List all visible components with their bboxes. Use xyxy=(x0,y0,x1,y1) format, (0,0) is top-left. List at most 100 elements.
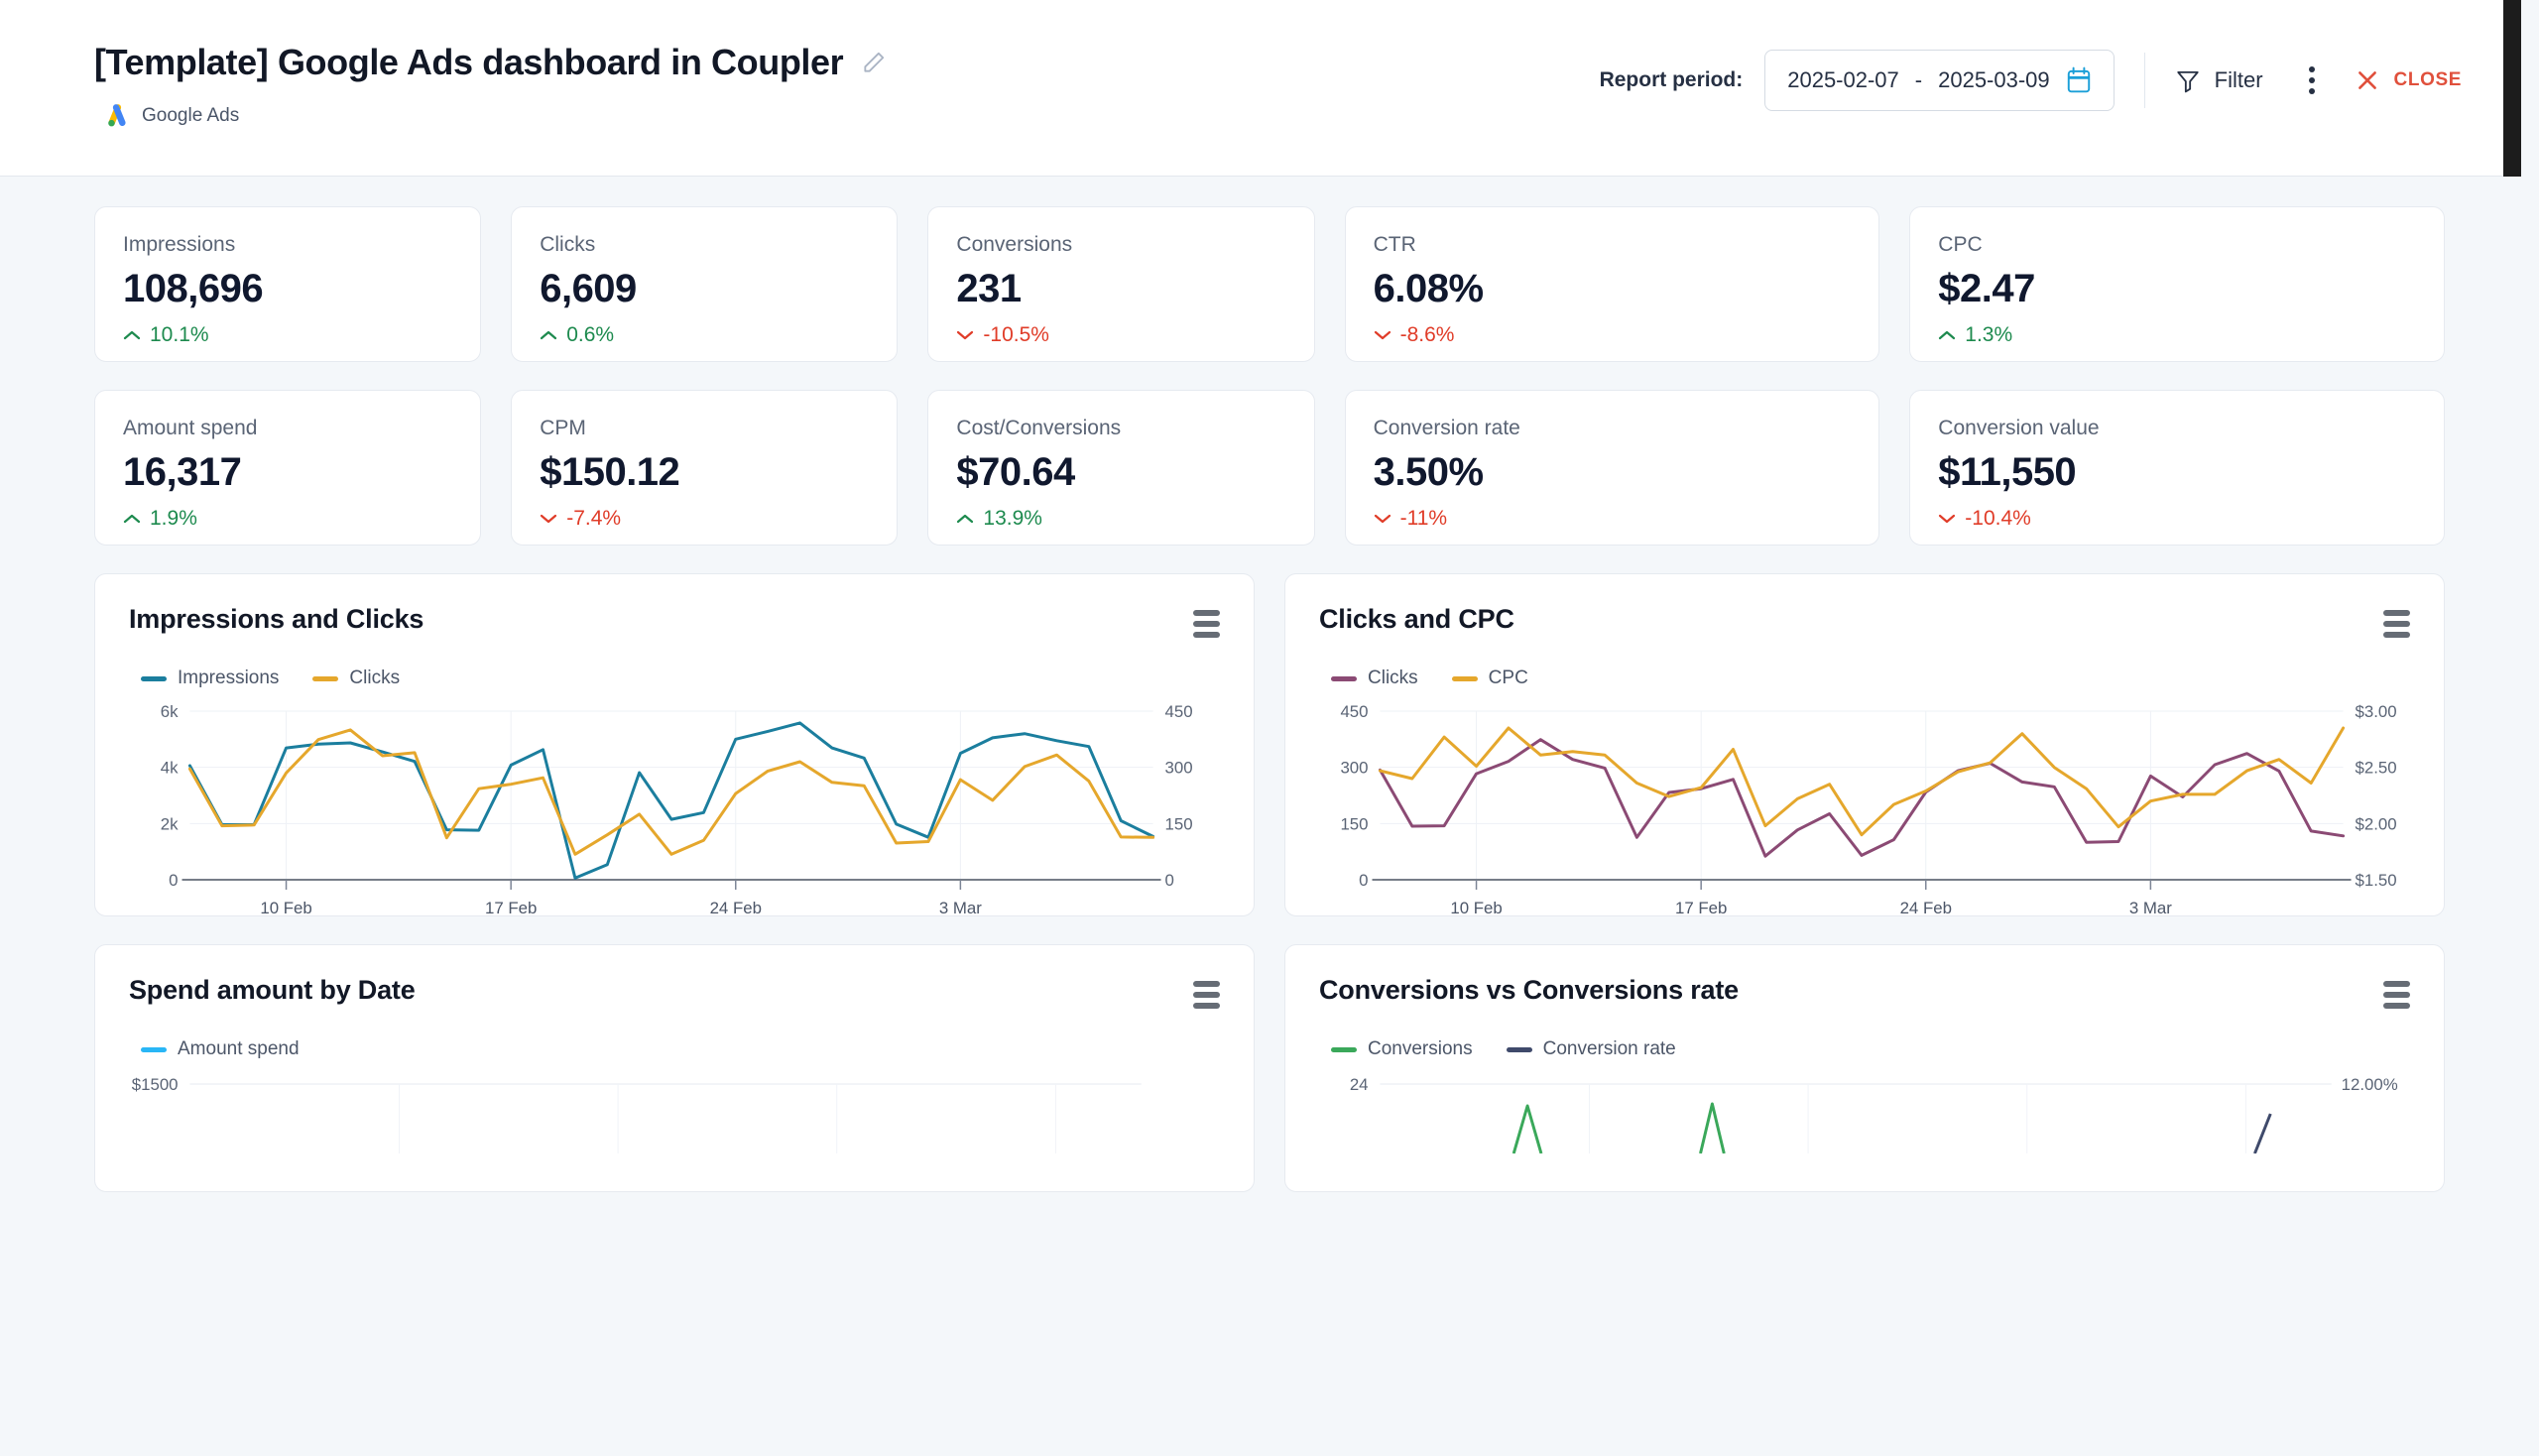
chart-title: Spend amount by Date xyxy=(129,975,416,1006)
arrow-up-icon xyxy=(956,513,974,525)
date-range-picker[interactable]: 2025-02-07 - 2025-03-09 xyxy=(1764,50,2114,111)
kpi-card-cpm[interactable]: CPM $150.12 -7.4% xyxy=(511,390,898,546)
kpi-card-conversion-value[interactable]: Conversion value $11,550 -10.4% xyxy=(1909,390,2445,546)
kpi-delta: 1.9% xyxy=(123,507,452,531)
chart-card-conversions-vs-rate: Conversions vs Conversions rate Conversi… xyxy=(1284,944,2445,1192)
hamburger-menu-icon[interactable] xyxy=(1193,975,1220,1009)
legend-label: CPC xyxy=(1489,667,1528,689)
kebab-menu-icon[interactable] xyxy=(2303,61,2321,100)
chart-legend: Impressions Clicks xyxy=(141,667,1220,689)
page-title: [Template] Google Ads dashboard in Coupl… xyxy=(94,42,843,83)
legend-item[interactable]: Clicks xyxy=(312,667,400,689)
legend-label: Impressions xyxy=(178,667,279,689)
dashboard-body: Impressions 108,696 10.1% Clicks 6,609 0… xyxy=(0,177,2539,1192)
kpi-card-conversion-rate[interactable]: Conversion rate 3.50% -11% xyxy=(1345,390,1880,546)
kpi-label: Clicks xyxy=(540,233,869,257)
kpi-card-conversions[interactable]: Conversions 231 -10.5% xyxy=(927,206,1314,362)
legend-swatch xyxy=(141,676,167,681)
kpi-delta-value: -10.5% xyxy=(983,323,1049,347)
kpi-label: Impressions xyxy=(123,233,452,257)
kpi-label: Conversion rate xyxy=(1374,417,1852,440)
kpi-row-primary: Impressions 108,696 10.1% Clicks 6,609 0… xyxy=(94,206,2445,362)
close-label: CLOSE xyxy=(2394,69,2462,91)
filter-button[interactable]: Filter xyxy=(2175,67,2263,93)
chart-plot-area: $1500 xyxy=(129,1074,1220,1153)
svg-text:0: 0 xyxy=(169,871,178,890)
hamburger-menu-icon[interactable] xyxy=(1193,604,1220,638)
kpi-value: $2.47 xyxy=(1938,267,2416,311)
kpi-value: 108,696 xyxy=(123,267,452,311)
svg-text:3 Mar: 3 Mar xyxy=(939,899,982,917)
legend-item[interactable]: Impressions xyxy=(141,667,279,689)
svg-text:$3.00: $3.00 xyxy=(2356,703,2397,721)
close-button[interactable]: CLOSE xyxy=(2355,67,2462,93)
kpi-delta: -7.4% xyxy=(540,507,869,531)
kpi-label: CTR xyxy=(1374,233,1852,257)
kpi-row-secondary: Amount spend 16,317 1.9% CPM $150.12 -7.… xyxy=(94,390,2445,546)
arrow-up-icon xyxy=(1938,329,1956,341)
kpi-card-amount-spend[interactable]: Amount spend 16,317 1.9% xyxy=(94,390,481,546)
kpi-delta-value: 0.6% xyxy=(566,323,614,347)
date-range-end: 2025-03-09 xyxy=(1938,67,2050,93)
toolbar-divider xyxy=(2144,53,2145,108)
svg-text:450: 450 xyxy=(1340,703,1368,721)
calendar-icon[interactable] xyxy=(2066,66,2092,94)
chart-row-top: Impressions and Clicks Impressions Click… xyxy=(94,573,2445,916)
arrow-down-icon xyxy=(956,329,974,341)
legend-item[interactable]: Conversions xyxy=(1331,1038,1473,1060)
hamburger-menu-icon[interactable] xyxy=(2383,604,2410,638)
legend-label: Clicks xyxy=(349,667,400,689)
kpi-label: Cost/Conversions xyxy=(956,417,1285,440)
kpi-card-cost-per-conversion[interactable]: Cost/Conversions $70.64 13.9% xyxy=(927,390,1314,546)
kpi-delta: 0.6% xyxy=(540,323,869,347)
svg-text:150: 150 xyxy=(1165,814,1193,833)
kpi-value: 3.50% xyxy=(1374,450,1852,495)
svg-text:24 Feb: 24 Feb xyxy=(710,899,762,917)
hamburger-menu-icon[interactable] xyxy=(2383,975,2410,1009)
filter-label: Filter xyxy=(2215,67,2263,93)
kpi-delta: 1.3% xyxy=(1938,323,2416,347)
pencil-icon[interactable] xyxy=(861,50,887,75)
kpi-value: $150.12 xyxy=(540,450,869,495)
kpi-delta-value: -8.6% xyxy=(1400,323,1455,347)
legend-item[interactable]: CPC xyxy=(1452,667,1528,689)
legend-swatch xyxy=(1507,1047,1532,1052)
svg-text:0: 0 xyxy=(1165,871,1174,890)
legend-item[interactable]: Clicks xyxy=(1331,667,1418,689)
svg-text:6k: 6k xyxy=(161,703,179,721)
data-source: Google Ads xyxy=(104,103,887,129)
kpi-card-impressions[interactable]: Impressions 108,696 10.1% xyxy=(94,206,481,362)
kpi-delta-value: -11% xyxy=(1400,507,1447,531)
kpi-delta: 10.1% xyxy=(123,323,452,347)
kpi-card-clicks[interactable]: Clicks 6,609 0.6% xyxy=(511,206,898,362)
legend-item[interactable]: Amount spend xyxy=(141,1038,300,1060)
kpi-card-ctr[interactable]: CTR 6.08% -8.6% xyxy=(1345,206,1880,362)
kpi-delta: -11% xyxy=(1374,507,1852,531)
arrow-down-icon xyxy=(1938,513,1956,525)
kpi-delta: -8.6% xyxy=(1374,323,1852,347)
legend-item[interactable]: Conversion rate xyxy=(1507,1038,1676,1060)
google-ads-icon xyxy=(104,103,130,129)
dashboard-page: [Template] Google Ads dashboard in Coupl… xyxy=(0,0,2539,1456)
chart-plot-area: 0150300450$1.50$2.00$2.50$3.0010 Feb17 F… xyxy=(1319,703,2410,921)
svg-text:$1.50: $1.50 xyxy=(2356,871,2397,890)
chart-title: Clicks and CPC xyxy=(1319,604,1514,635)
svg-text:$2.00: $2.00 xyxy=(2356,814,2397,833)
kpi-delta-value: 13.9% xyxy=(983,507,1042,531)
svg-text:24: 24 xyxy=(1350,1075,1369,1094)
kpi-delta: 13.9% xyxy=(956,507,1285,531)
kpi-delta-value: 10.1% xyxy=(150,323,209,347)
arrow-down-icon xyxy=(1374,329,1391,341)
chart-card-spend-by-date: Spend amount by Date Amount spend $1500 xyxy=(94,944,1255,1192)
kpi-label: Conversions xyxy=(956,233,1285,257)
kpi-label: CPM xyxy=(540,417,869,440)
kpi-card-cpc[interactable]: CPC $2.47 1.3% xyxy=(1909,206,2445,362)
svg-text:450: 450 xyxy=(1165,703,1193,721)
svg-text:300: 300 xyxy=(1340,759,1368,778)
arrow-up-icon xyxy=(540,329,557,341)
window-edge-strip xyxy=(2503,0,2521,177)
svg-text:0: 0 xyxy=(1359,871,1368,890)
kpi-label: Conversion value xyxy=(1938,417,2416,440)
filter-icon xyxy=(2175,67,2201,93)
chart-card-impressions-clicks: Impressions and Clicks Impressions Click… xyxy=(94,573,1255,916)
